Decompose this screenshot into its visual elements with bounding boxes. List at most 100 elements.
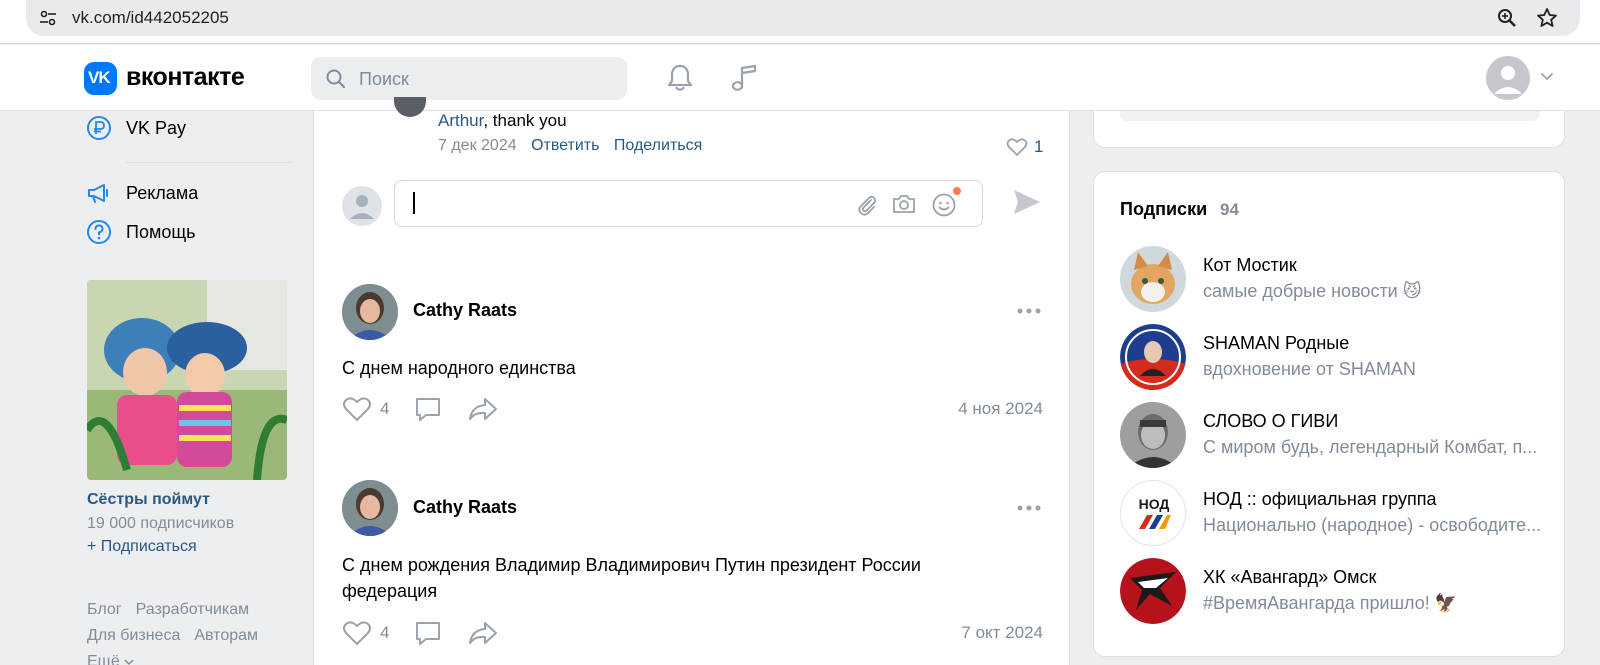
post-author-name[interactable]: Cathy Raats (413, 497, 517, 518)
zoom-icon[interactable] (1496, 7, 1518, 29)
chevron-down-icon (124, 659, 134, 665)
ad-subscribe-button[interactable]: + Подписаться (87, 538, 197, 556)
current-user-avatar (342, 186, 382, 226)
left-sidebar: VK Pay Реклама Помощь Сёстры поймут 19 0… (86, 111, 292, 665)
like-button[interactable]: 4 (342, 619, 389, 647)
post-text: С днем рождения Владимир Владимирович Пу… (342, 555, 921, 601)
subscription-item[interactable]: SHAMAN Родные вдохновение от SHAMAN (1120, 324, 1550, 390)
notification-dot (953, 187, 961, 195)
ad-image[interactable] (87, 280, 287, 480)
subscription-name: SHAMAN Родные (1203, 333, 1350, 353)
share-icon[interactable] (468, 396, 498, 422)
reply-author-link[interactable]: Arthur (438, 111, 483, 130)
notifications-bell-icon[interactable] (666, 63, 694, 93)
comment-icon[interactable] (414, 396, 442, 422)
chevron-down-icon[interactable] (1540, 72, 1554, 82)
share-button[interactable]: Поделиться (614, 137, 702, 154)
cat-photo (1120, 246, 1186, 312)
post-author-avatar[interactable] (342, 480, 398, 536)
heart-icon (343, 397, 371, 421)
address-bar[interactable]: vk.com/id442052205 (26, 0, 1580, 36)
brand-name[interactable]: вконтакте (126, 63, 245, 92)
search-icon (326, 69, 346, 89)
like-count: 4 (380, 399, 390, 418)
comment-icon[interactable] (414, 620, 442, 646)
logo-text: VK (88, 68, 111, 87)
share-icon[interactable] (468, 620, 498, 646)
footer-link-authors[interactable]: Авторам (194, 627, 258, 644)
wall-feed: Arthur, thank you 7 дек 2024 Ответить По… (313, 97, 1070, 665)
search-box[interactable] (311, 57, 627, 100)
send-icon[interactable] (1012, 188, 1042, 216)
reply-author-avatar[interactable] (394, 97, 426, 117)
music-icon[interactable] (731, 63, 759, 93)
comment-input[interactable] (411, 193, 841, 217)
post-date[interactable]: 7 окт 2024 (961, 623, 1043, 643)
reply-button[interactable]: Ответить (531, 137, 599, 154)
footer-link-blog[interactable]: Блог (87, 601, 122, 618)
reply-like-count: 1 (1034, 137, 1044, 156)
sidebar-item-label: VK Pay (126, 117, 187, 138)
like-count: 4 (380, 623, 390, 642)
default-user-icon (350, 195, 374, 219)
portrait-photo (1120, 402, 1186, 468)
reply-comment-text: Arthur, thank you (438, 111, 567, 131)
sidebar-item-vk-pay[interactable]: VK Pay (86, 113, 186, 143)
comment-input-box[interactable] (394, 180, 983, 227)
more-options-icon[interactable] (1014, 301, 1044, 321)
reply-text: , thank you (483, 111, 567, 130)
nod-logo: НОД (1121, 481, 1185, 545)
megaphone-icon (88, 184, 108, 203)
camera-icon[interactable] (891, 192, 917, 216)
subscription-avatar (1120, 324, 1186, 390)
profile-info-card (1093, 111, 1565, 148)
footer-link-business[interactable]: Для бизнеса (87, 627, 180, 644)
subscription-name: СЛОВО О ГИВИ (1203, 411, 1339, 431)
profile-avatar[interactable] (1486, 56, 1530, 100)
ad-title[interactable]: Сёстры поймут (87, 491, 210, 509)
reply-meta: 7 дек 2024 Ответить Поделиться (438, 137, 702, 155)
sidebar-item-help[interactable]: Помощь (86, 217, 196, 247)
paperclip-icon[interactable] (855, 193, 879, 217)
footer-more[interactable]: Ещё (87, 649, 297, 665)
sidebar-item-ads[interactable]: Реклама (86, 178, 198, 208)
site-settings-icon[interactable] (38, 8, 58, 28)
emoji-icon[interactable] (931, 192, 957, 218)
url-text[interactable]: vk.com/id442052205 (72, 8, 229, 28)
bookmark-star-icon[interactable] (1536, 7, 1558, 29)
reply-like-button[interactable]: 1 (1006, 137, 1043, 157)
more-options-icon[interactable] (1014, 498, 1044, 518)
author-photo (342, 284, 398, 340)
subscription-desc: #ВремяАвангарда пришло! 🦅 (1203, 593, 1458, 613)
subscription-name: ХК «Авангард» Омск (1203, 567, 1377, 587)
reply-date[interactable]: 7 дек 2024 (438, 137, 517, 154)
author-photo (342, 480, 398, 536)
vk-logo[interactable]: VK (84, 62, 117, 95)
subscriptions-title[interactable]: Подписки (1120, 199, 1207, 220)
like-button[interactable]: 4 (342, 395, 389, 423)
post-author-name[interactable]: Cathy Raats (413, 300, 517, 321)
subscriptions-count: 94 (1220, 200, 1239, 219)
post-date[interactable]: 4 ноя 2024 (958, 399, 1043, 419)
sidebar-divider (126, 162, 292, 163)
subscriptions-card: Подписки 94 Кот Мостик самые добрые ново… (1093, 171, 1565, 657)
text-caret (413, 192, 415, 214)
subscription-item[interactable]: ХК «Авангард» Омск #ВремяАвангарда пришл… (1120, 558, 1550, 624)
subscription-item[interactable]: НОД НОД :: официальная группа Национальн… (1120, 480, 1550, 546)
heart-icon (1006, 138, 1028, 156)
footer-link-developers[interactable]: Разработчикам (136, 601, 250, 618)
subscription-desc: С миром будь, легендарный Комбат, п... (1203, 437, 1538, 457)
subscription-item[interactable]: Кот Мостик самые добрые новости 😼 (1120, 246, 1550, 312)
subscription-name: Кот Мостик (1203, 255, 1297, 275)
sidebar-item-label: Реклама (126, 182, 199, 203)
subscription-desc: самые добрые новости 😼 (1203, 281, 1422, 301)
footer-more-label: Ещё (87, 653, 120, 665)
subscription-avatar: НОД (1120, 480, 1186, 546)
post-author-avatar[interactable] (342, 284, 398, 340)
search-input[interactable] (359, 67, 609, 91)
card-inner-block (1120, 111, 1540, 121)
vk-pay-icon (87, 116, 111, 140)
svg-text:НОД: НОД (1139, 496, 1170, 512)
help-icon (87, 220, 111, 244)
subscription-item[interactable]: СЛОВО О ГИВИ С миром будь, легендарный К… (1120, 402, 1550, 468)
